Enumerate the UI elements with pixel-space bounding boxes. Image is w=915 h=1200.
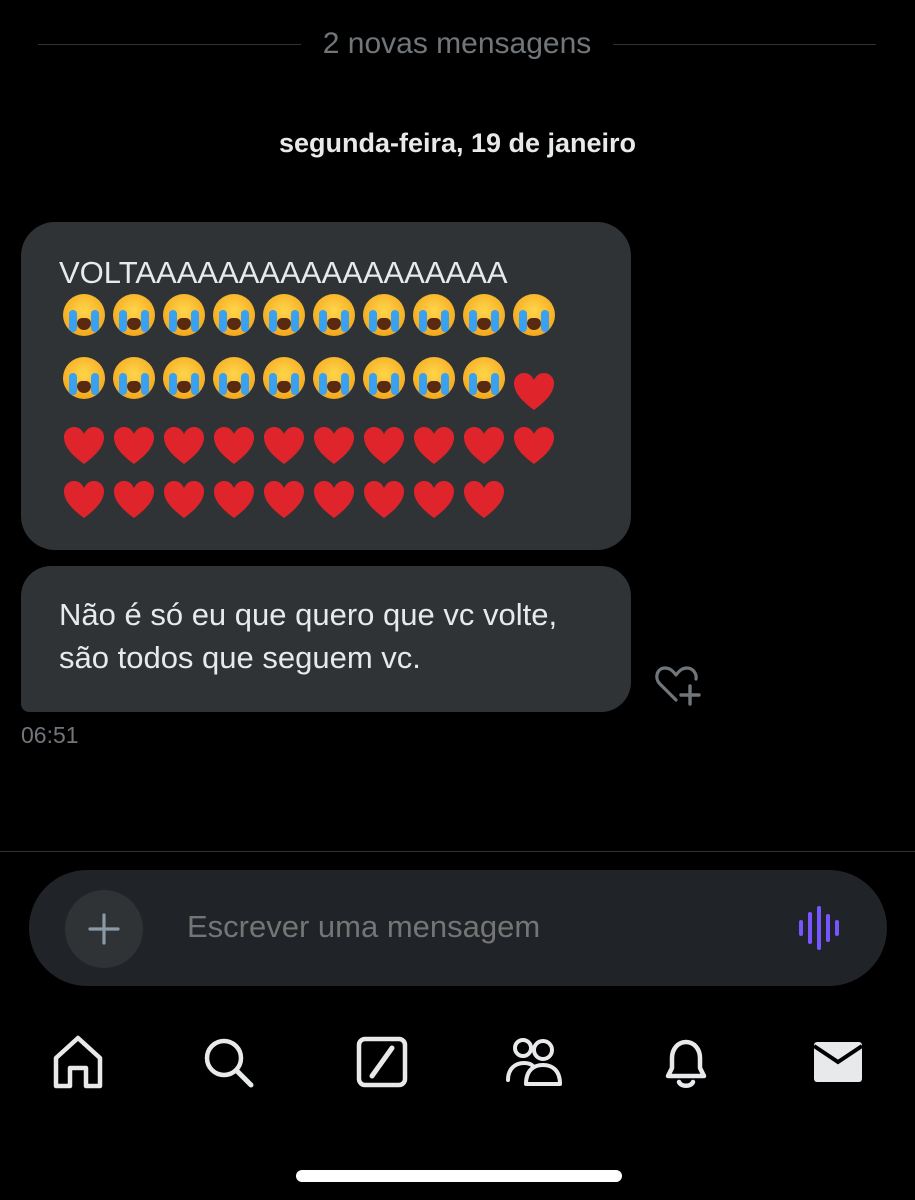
red-heart-icon: [214, 426, 254, 464]
red-heart-icon: [264, 480, 304, 518]
loudly-crying-face-icon: [463, 293, 505, 336]
red-heart-icon: [414, 480, 454, 518]
loudly-crying-face-icon: [363, 293, 405, 336]
loudly-crying-face-icon: [63, 356, 105, 399]
message-timestamp: 06:51: [21, 722, 79, 748]
voice-waveform-icon[interactable]: [797, 906, 845, 950]
search-icon[interactable]: [196, 1030, 260, 1094]
red-heart-icon: [114, 480, 154, 518]
red-heart-icon: [64, 480, 104, 518]
red-heart-icon: [64, 426, 104, 464]
red-heart-icon: [314, 426, 354, 464]
red-heart-icon: [314, 480, 354, 518]
home-icon[interactable]: [46, 1030, 110, 1094]
loudly-crying-face-icon: [363, 356, 405, 399]
red-heart-icon: [264, 426, 304, 464]
loudly-crying-face-icon: [263, 356, 305, 399]
red-heart-icon: [114, 426, 154, 464]
home-indicator[interactable]: [296, 1170, 622, 1182]
red-heart-icon: [464, 426, 504, 464]
red-heart-icon: [214, 480, 254, 518]
notifications-icon[interactable]: [654, 1030, 718, 1094]
red-heart-icon: [164, 480, 204, 518]
grok-icon[interactable]: [350, 1030, 414, 1094]
communities-icon[interactable]: [502, 1030, 566, 1094]
loudly-crying-face-icon: [163, 293, 205, 336]
add-media-button[interactable]: [65, 890, 143, 968]
loudly-crying-face-icon: [163, 356, 205, 399]
message-text-content: VOLTAAAAAAAAAAAAAAAAAA: [59, 255, 508, 290]
add-reaction-icon[interactable]: [652, 662, 704, 706]
red-heart-icon: [364, 426, 404, 464]
message-composer: [29, 870, 887, 986]
red-heart-icon: [464, 480, 504, 518]
new-messages-divider: 2 novas mensagens: [38, 20, 877, 68]
loudly-crying-face-icon: [413, 356, 455, 399]
message-bubble[interactable]: Não é só eu que quero que vc volte, são …: [21, 566, 631, 712]
divider-line-right: [613, 43, 877, 45]
red-heart-icon: [514, 426, 554, 464]
loudly-crying-face-icon: [263, 293, 305, 336]
loudly-crying-face-icon: [313, 356, 355, 399]
plus-icon: [88, 913, 120, 945]
loudly-crying-face-icon: [113, 293, 155, 336]
message-text: Não é só eu que quero que vc volte, são …: [59, 597, 558, 675]
date-header: segunda-feira, 19 de janeiro: [278, 128, 637, 158]
red-heart-icon: [364, 480, 404, 518]
loudly-crying-face-icon: [213, 293, 255, 336]
loudly-crying-face-icon: [463, 356, 505, 399]
message-input[interactable]: [185, 908, 749, 946]
loudly-crying-face-icon: [513, 293, 555, 336]
red-heart-icon: [414, 426, 454, 464]
loudly-crying-face-icon: [63, 293, 105, 336]
loudly-crying-face-icon: [313, 293, 355, 336]
loudly-crying-face-icon: [413, 293, 455, 336]
loudly-crying-face-icon: [113, 356, 155, 399]
message-text: VOLTAAAAAAAAAAAAAAAAAA: [59, 252, 593, 295]
loudly-crying-face-icon: [213, 356, 255, 399]
message-bubble[interactable]: VOLTAAAAAAAAAAAAAAAAAA: [21, 222, 631, 550]
emoji-row: [59, 291, 593, 525]
red-heart-icon: [514, 372, 554, 410]
divider-line-left: [38, 43, 301, 45]
composer-separator: [0, 851, 915, 852]
red-heart-icon: [164, 426, 204, 464]
messages-icon[interactable]: [806, 1030, 870, 1094]
new-messages-label: 2 novas mensagens: [322, 27, 592, 60]
bottom-navigation: [0, 1030, 915, 1100]
